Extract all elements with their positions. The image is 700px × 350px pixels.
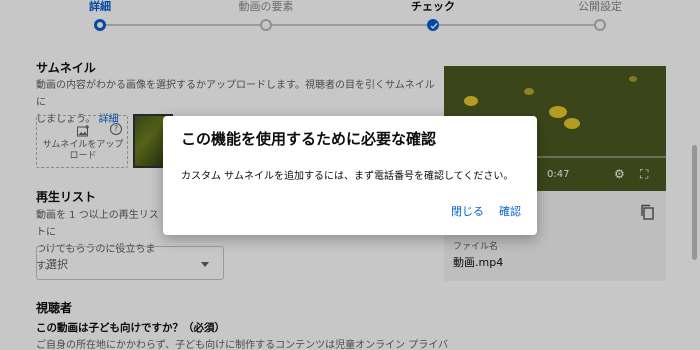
close-button[interactable]: 閉じる bbox=[451, 203, 484, 219]
verification-dialog: この機能を使用するために必要な確認 カスタム サムネイルを追加するには、まず電話… bbox=[163, 116, 537, 235]
dialog-title: この機能を使用するために必要な確認 bbox=[181, 130, 437, 148]
dialog-message: カスタム サムネイルを追加するには、まず電話番号を確認してください。 bbox=[181, 171, 514, 182]
confirm-button[interactable]: 確認 bbox=[499, 203, 521, 219]
